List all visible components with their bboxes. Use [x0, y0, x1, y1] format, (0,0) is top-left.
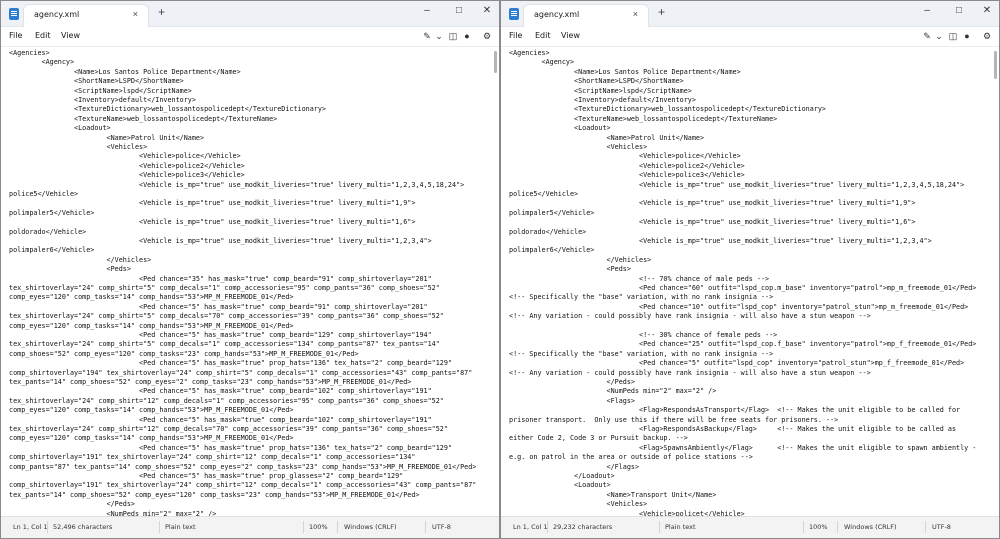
cursor-position: Ln 1, Col 1 [513, 523, 548, 531]
menu-view[interactable]: View [61, 31, 80, 40]
status-bar: Ln 1, Col 1 52,496 characters Plain text… [1, 516, 499, 538]
title-bar: agency.xml × + – □ ✕ [1, 1, 499, 27]
tab-title: agency.xml [534, 10, 580, 19]
line-ending[interactable]: Windows (CRLF) [344, 523, 397, 531]
title-bar: agency.xml × + – □ ✕ [501, 1, 999, 27]
vertical-scrollbar[interactable] [991, 47, 999, 516]
editor-line: <!-- Any variation - could possibly have… [509, 312, 871, 321]
copilot-icon[interactable]: ◫ [947, 30, 959, 42]
formatting-icon[interactable]: ✎ [921, 30, 933, 42]
close-window-icon[interactable]: ✕ [481, 5, 493, 17]
character-count: 52,496 characters [53, 523, 113, 531]
menu-file[interactable]: File [9, 31, 22, 40]
menu-edit[interactable]: Edit [35, 31, 51, 40]
menu-file[interactable]: File [509, 31, 522, 40]
line-ending[interactable]: Windows (CRLF) [844, 523, 897, 531]
notepad-window-left: agency.xml × + – □ ✕ File Edit View ✎ ⌄ … [0, 0, 500, 539]
menu-edit[interactable]: Edit [535, 31, 551, 40]
status-bar: Ln 1, Col 1 29,232 characters Plain text… [501, 516, 999, 538]
minimize-icon[interactable]: – [921, 5, 933, 17]
text-editor[interactable]: <Agencies> <Agency> <Name>Los Santos Pol… [1, 47, 491, 516]
gear-icon[interactable]: ⚙ [981, 30, 993, 42]
cursor-position: Ln 1, Col 1 [13, 523, 48, 531]
chevron-down-icon[interactable]: ⌄ [933, 30, 945, 42]
character-count: 29,232 characters [553, 523, 613, 531]
close-window-icon[interactable]: ✕ [981, 5, 993, 17]
menu-bar: File Edit View ✎ ⌄ ◫ ● ⚙ [1, 27, 499, 47]
encoding[interactable]: UTF-8 [932, 523, 951, 531]
tab-title: agency.xml [34, 10, 80, 19]
maximize-icon[interactable]: □ [953, 5, 965, 17]
notepad-window-right: agency.xml × + – □ ✕ File Edit View ✎ ⌄ … [500, 0, 1000, 539]
copilot-icon[interactable]: ◫ [447, 30, 459, 42]
text-editor[interactable]: <Agencies> <Agency> <Name>Los Santos Pol… [501, 47, 991, 516]
close-tab-icon[interactable]: × [633, 9, 638, 19]
chevron-down-icon[interactable]: ⌄ [433, 30, 445, 42]
account-icon[interactable]: ● [461, 30, 473, 42]
menu-bar: File Edit View ✎ ⌄ ◫ ● ⚙ [501, 27, 999, 47]
vertical-scrollbar[interactable] [491, 47, 499, 516]
notepad-app-icon [509, 8, 519, 20]
scroll-thumb[interactable] [994, 51, 997, 79]
text-mode: Plain text [165, 523, 196, 531]
new-tab-button[interactable]: + [158, 5, 165, 19]
gear-icon[interactable]: ⚙ [481, 30, 493, 42]
account-icon[interactable]: ● [961, 30, 973, 42]
maximize-icon[interactable]: □ [453, 5, 465, 17]
new-tab-button[interactable]: + [658, 5, 665, 19]
encoding[interactable]: UTF-8 [432, 523, 451, 531]
notepad-app-icon [9, 8, 19, 20]
zoom-level[interactable]: 100% [309, 523, 328, 531]
minimize-icon[interactable]: – [421, 5, 433, 17]
tab-agency-xml[interactable]: agency.xml × [523, 4, 649, 27]
tab-agency-xml[interactable]: agency.xml × [23, 4, 149, 27]
zoom-level[interactable]: 100% [809, 523, 828, 531]
text-mode: Plain text [665, 523, 696, 531]
close-tab-icon[interactable]: × [133, 9, 138, 19]
menu-view[interactable]: View [561, 31, 580, 40]
scroll-thumb[interactable] [494, 51, 497, 73]
formatting-icon[interactable]: ✎ [421, 30, 433, 42]
